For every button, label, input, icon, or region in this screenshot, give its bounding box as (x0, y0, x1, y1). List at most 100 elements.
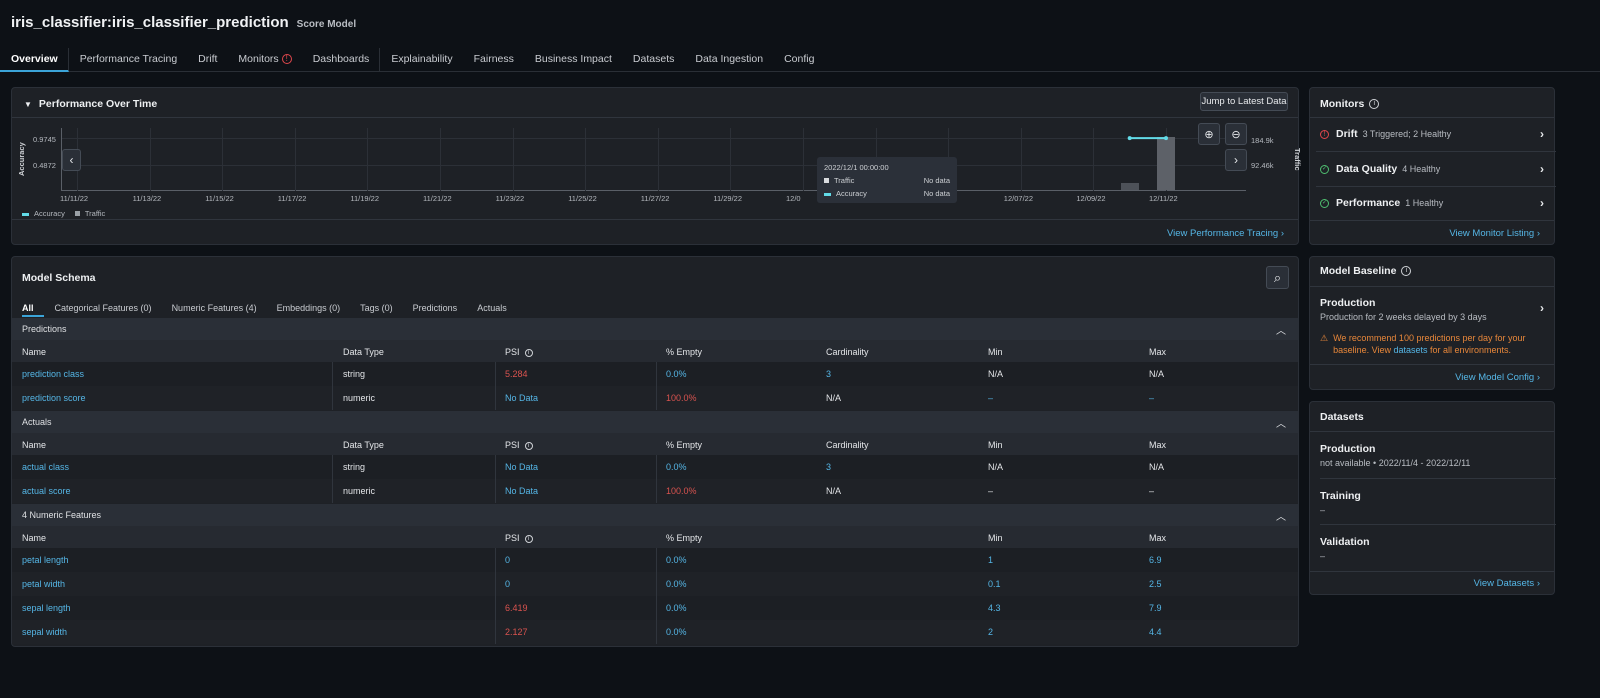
link-label: View Performance Tracing (1166, 228, 1279, 239)
zoom-out-button[interactable]: ⊖ (1225, 123, 1247, 145)
feature-name[interactable]: petal width (22, 579, 65, 589)
section-predictions[interactable]: Predictions ︿ (12, 318, 1298, 340)
section-numeric-features[interactable]: 4 Numeric Features ︿ (12, 504, 1298, 526)
schema-tab-embeddings[interactable]: Embeddings (0) (266, 303, 350, 317)
warning-triangle-icon: ⚠ (1320, 333, 1329, 343)
dataset-validation[interactable]: Validation – (1320, 536, 1370, 561)
baseline-warning: ⚠ We recommend 100 predictions per day f… (1320, 332, 1546, 356)
datasets-title: Datasets (1320, 411, 1364, 423)
tab-explainability[interactable]: Explainability (380, 48, 462, 72)
x-tick-label: 11/25/22 (568, 194, 597, 203)
feature-name[interactable]: prediction score (22, 393, 86, 403)
feature-name[interactable]: actual class (22, 462, 69, 472)
chevron-right-icon: › (1536, 578, 1540, 589)
schema-tab-predictions[interactable]: Predictions (402, 303, 467, 317)
view-datasets-link[interactable]: View Datasets › (1474, 578, 1540, 589)
min-value: N/A (988, 462, 1004, 472)
schema-tab-all[interactable]: All (22, 303, 44, 317)
accuracy-point[interactable] (1164, 136, 1168, 141)
tab-business-impact[interactable]: Business Impact (524, 48, 622, 72)
view-performance-tracing-link[interactable]: View Performance Tracing › (1167, 228, 1284, 239)
chevron-right-icon: › (1540, 127, 1544, 141)
monitor-drift[interactable]: ! Drift 3 Triggered; 2 Healthy › (1310, 117, 1554, 151)
view-monitor-listing-link[interactable]: View Monitor Listing › (1449, 228, 1540, 239)
divider (1310, 431, 1554, 432)
info-icon[interactable]: i (1401, 266, 1412, 277)
tab-label: Config (784, 53, 815, 65)
divider (495, 548, 496, 644)
performance-header[interactable]: ▼ Performance Over Time (24, 98, 157, 110)
table-row[interactable]: prediction class string 5.284 0.0% 3 N/A… (12, 362, 1298, 386)
accuracy-swatch-icon (824, 193, 831, 196)
tab-label: Monitors (238, 53, 279, 65)
divider (1310, 286, 1554, 287)
chevron-right-icon: › (1540, 196, 1544, 210)
table-row[interactable]: actual class string No Data 0.0% 3 N/A N… (12, 455, 1298, 479)
legend-accuracy[interactable]: Accuracy (22, 209, 65, 218)
left-tick-2: 0.4872 (33, 161, 56, 170)
plot-area[interactable] (61, 128, 1247, 191)
schema-tab-tags[interactable]: Tags (0) (349, 303, 402, 317)
view-model-config-link[interactable]: View Model Config › (1455, 372, 1540, 383)
info-icon[interactable]: i (1369, 99, 1380, 110)
tab-drift[interactable]: Drift (187, 48, 227, 72)
table-row[interactable]: prediction score numeric No Data 100.0% … (12, 386, 1298, 410)
tab-performance-tracing[interactable]: Performance Tracing (69, 48, 187, 72)
schema-tab-numeric[interactable]: Numeric Features (4) (161, 303, 266, 317)
chevron-right-icon: › (1540, 301, 1544, 315)
info-icon[interactable]: i (524, 348, 533, 357)
dataset-production[interactable]: Production not available • 2022/11/4 - 2… (1320, 443, 1470, 468)
data-type: string (343, 369, 366, 379)
table-row[interactable]: sepal length 6.419 0.0% 4.3 7.9 (12, 596, 1298, 620)
min-value: – (988, 486, 994, 496)
tab-config[interactable]: Config (773, 48, 824, 72)
divider (1320, 524, 1556, 525)
legend-traffic[interactable]: Traffic (74, 209, 105, 218)
tab-dashboards[interactable]: Dashboards (302, 48, 381, 72)
schema-search-button[interactable]: ⌕ (1266, 266, 1289, 289)
dataset-name: Validation (1320, 536, 1370, 548)
feature-name[interactable]: sepal length (22, 603, 71, 613)
table-row[interactable]: petal width 0 0.0% 0.1 2.5 (12, 572, 1298, 596)
feature-name[interactable]: prediction class (22, 369, 84, 379)
baseline-production[interactable]: Production Production for 2 weeks delaye… (1320, 297, 1546, 322)
left-tick-1: 0.9745 (33, 135, 56, 144)
dataset-name: Training (1320, 490, 1361, 502)
feature-name[interactable]: sepal width (22, 627, 67, 637)
table-row[interactable]: actual score numeric No Data 100.0% N/A … (12, 479, 1298, 503)
monitor-performance[interactable]: ✓ Performance 1 Healthy › (1310, 186, 1554, 220)
feature-name[interactable]: petal length (22, 555, 69, 565)
tab-datasets[interactable]: Datasets (622, 48, 684, 72)
monitor-data-quality[interactable]: ✓ Data Quality 4 Healthy › (1310, 152, 1554, 186)
max-value: – (1149, 486, 1155, 496)
jump-to-latest-button[interactable]: Jump to Latest Data (1200, 92, 1288, 111)
table-row[interactable]: sepal width 2.127 0.0% 2 4.4 (12, 620, 1298, 644)
prev-button[interactable]: ‹ (62, 149, 81, 171)
info-icon[interactable]: i (524, 441, 533, 450)
schema-tab-categorical[interactable]: Categorical Features (0) (44, 303, 161, 317)
table-row[interactable]: petal length 0 0.0% 1 6.9 (12, 548, 1298, 572)
psi-value: 0 (505, 579, 511, 589)
accuracy-point[interactable] (1127, 136, 1132, 141)
zoom-in-button[interactable]: ⊕ (1198, 123, 1220, 145)
tab-data-ingestion[interactable]: Data Ingestion (684, 48, 773, 72)
info-icon[interactable]: i (524, 534, 533, 543)
tab-label: Fairness (473, 53, 514, 65)
tab-overview[interactable]: Overview (0, 48, 69, 72)
max-value: 7.9 (1149, 603, 1162, 613)
x-tick-label: 11/15/22 (205, 194, 234, 203)
tab-monitors[interactable]: Monitors! (227, 48, 301, 72)
cardinality-value: N/A (826, 393, 842, 403)
section-actuals[interactable]: Actuals ︿ (12, 411, 1298, 433)
datasets-link[interactable]: datasets (1393, 345, 1427, 355)
feature-name[interactable]: actual score (22, 486, 71, 496)
divider (495, 455, 496, 503)
tab-fairness[interactable]: Fairness (463, 48, 524, 72)
traffic-swatch-icon (824, 178, 829, 183)
schema-tab-actuals[interactable]: Actuals (466, 303, 516, 317)
dataset-training[interactable]: Training – (1320, 490, 1361, 515)
next-button[interactable]: › (1225, 149, 1247, 171)
data-type: string (343, 462, 366, 472)
empty-value: 100.0% (666, 393, 697, 403)
max-value: N/A (1149, 369, 1165, 379)
